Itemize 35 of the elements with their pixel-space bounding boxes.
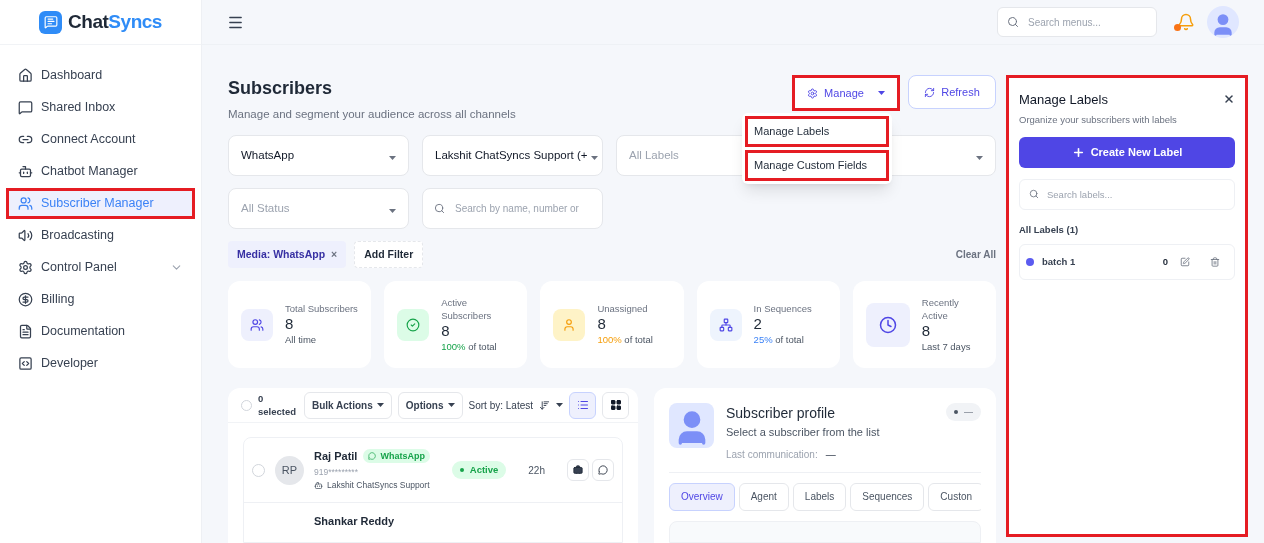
page-subtitle: Manage and segment your audience across all channels	[228, 107, 517, 122]
stat-label: Unassigned	[597, 302, 649, 316]
panel-title: Manage Labels	[1019, 91, 1109, 109]
stat-value: 8	[285, 315, 295, 334]
profile-title: Subscriber profile	[726, 404, 836, 424]
status-pill: —	[946, 403, 981, 422]
avatar-initials: RP	[275, 455, 304, 485]
stat-value: 8	[597, 315, 607, 334]
panel-subtitle: Organize your subscribers with labels	[1019, 112, 1178, 127]
stat-note: All time	[285, 333, 318, 348]
profile-subtitle: Select a subscriber from the list	[726, 425, 881, 441]
stat-label: Recently Active	[921, 295, 960, 322]
last-communication-value: —	[825, 447, 836, 462]
stat-note: 100% of total	[597, 333, 653, 348]
stat-note: 25% of total	[753, 333, 805, 348]
section-heading: All Labels (1)	[1019, 222, 1080, 237]
account-name: Lakshit ChatSyncs Support	[314, 479, 442, 492]
label-count: 0	[1162, 254, 1168, 269]
channel-badge: WhatsApp	[363, 449, 430, 464]
selected-count: 0 selected	[258, 392, 298, 419]
stat-label: Total Subscribers	[285, 302, 358, 316]
last-seen-time: 22h	[528, 463, 545, 478]
stat-note: Last 7 days	[921, 339, 972, 354]
status-badge: Active	[451, 461, 507, 479]
last-communication-label: Last communication:	[726, 447, 818, 462]
stat-label: In Sequences	[753, 302, 812, 316]
stat-note: 100% of total	[441, 339, 498, 354]
phone-number: 919*********	[314, 465, 359, 479]
stat-value: 2	[753, 315, 763, 334]
stat-value: 8	[921, 321, 932, 340]
label-name: batch 1	[1042, 254, 1077, 269]
brand-logo: ChatSyncs	[68, 9, 162, 34]
stat-value: 8	[441, 321, 451, 340]
page-title: Subscribers	[228, 77, 334, 100]
stat-label: Active Subscribers	[441, 295, 493, 322]
